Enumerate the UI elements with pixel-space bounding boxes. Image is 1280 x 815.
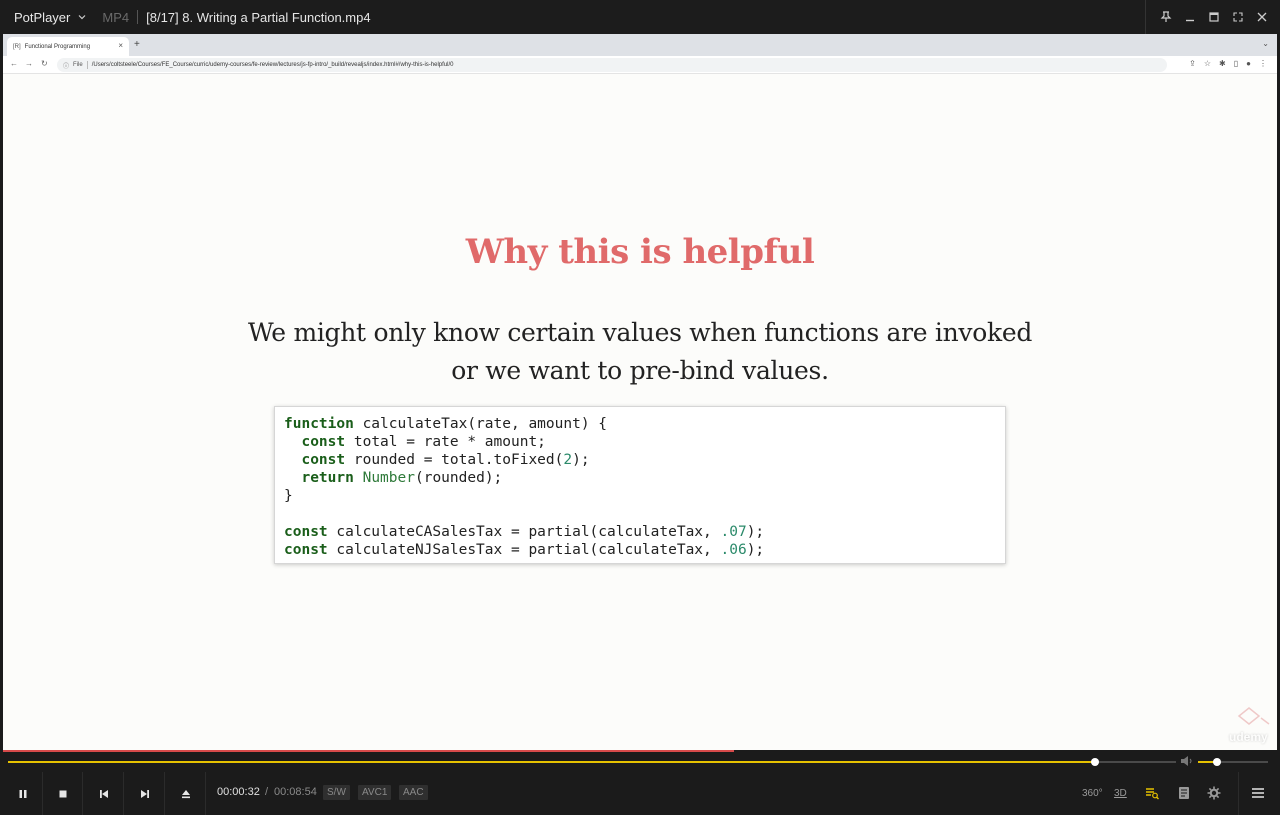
sw-badge[interactable]: S/W	[323, 785, 350, 800]
menu-divider	[1238, 772, 1239, 815]
slide-line-1: We might only know certain values when f…	[247, 318, 1033, 347]
forward-arrow-icon: →	[25, 59, 33, 68]
slide-title: Why this is helpful	[465, 232, 815, 272]
seek-area	[0, 750, 1280, 772]
volume-icon[interactable]	[1180, 755, 1194, 767]
code-line: const calculateNJSalesTax = partial(calc…	[284, 542, 765, 558]
title-separator	[137, 10, 139, 24]
sidepanel-icon: ▯	[1233, 59, 1239, 68]
url-text: /Users/coltsteele/Courses/FE_Course/curr…	[91, 62, 454, 68]
previous-icon	[99, 789, 108, 798]
vr-360-button[interactable]: 360°	[1082, 784, 1103, 802]
url-scheme: File	[73, 62, 83, 68]
window-title: [8/17] 8. Writing a Partial Function.mp4	[146, 9, 371, 25]
browser-address-bar: ← → ↻ ⓘ File /Users/coltsteele/Courses/F…	[3, 56, 1277, 74]
stop-icon	[59, 790, 66, 797]
reload-icon: ↻	[41, 59, 48, 68]
tab-favicon: [R]	[13, 43, 21, 50]
pause-button[interactable]	[3, 772, 43, 815]
controls-divider	[1145, 0, 1146, 34]
total-time: 00:08:54	[274, 786, 317, 798]
tab-label: Functional Programming	[24, 43, 91, 50]
eject-icon	[181, 789, 190, 798]
fullscreen-icon	[1233, 12, 1243, 22]
main-menu-button[interactable]	[1250, 784, 1266, 802]
fullscreen-button[interactable]	[1226, 0, 1250, 34]
settings-icon	[1207, 786, 1221, 800]
playlist-icon	[1146, 788, 1159, 800]
buffer-indicator	[3, 750, 734, 752]
pause-icon	[19, 789, 26, 798]
next-button[interactable]	[125, 772, 165, 815]
info-circle-icon: ⓘ	[63, 63, 70, 70]
pin-button[interactable]	[1154, 0, 1178, 34]
maximize-button[interactable]	[1202, 0, 1226, 34]
control-bar: 00:00:32 / 00:08:54 S/W AVC1 AAC 360° 3D	[0, 772, 1280, 815]
seek-handle[interactable]	[1091, 758, 1099, 766]
code-line: const rounded = total.toFixed(2);	[301, 452, 590, 468]
stop-button[interactable]	[43, 772, 83, 815]
omnibox: ⓘ File /Users/coltsteele/Courses/FE_Cour…	[57, 58, 1167, 72]
slide-body: We might only know certain values when f…	[3, 314, 1277, 390]
minimize-button[interactable]	[1178, 0, 1202, 34]
tab-close-icon: ×	[118, 41, 123, 50]
chevron-down-icon	[78, 15, 86, 20]
time-separator: /	[265, 786, 269, 798]
browser-toolbar-icons: ⇪ ☆ ✱ ▯ ● ⋮	[1189, 59, 1267, 68]
code-line: }	[284, 488, 293, 504]
new-tab-icon: +	[134, 39, 140, 50]
tab-menu-icon: ⌄	[1262, 39, 1269, 48]
back-arrow-icon: ←	[10, 59, 18, 68]
close-button[interactable]	[1250, 0, 1274, 34]
maximize-icon	[1209, 12, 1219, 22]
next-icon	[140, 789, 149, 798]
app-menu-button[interactable]: PotPlayer	[0, 0, 88, 34]
code-line: const calculateCASalesTax = partial(calc…	[284, 524, 765, 540]
title-bar: PotPlayer MP4 [8/17] 8. Writing a Partia…	[0, 0, 1280, 34]
playlist-button[interactable]	[1144, 784, 1160, 802]
window-controls	[1145, 0, 1280, 34]
code-line: const total = rate * amount;	[301, 434, 546, 450]
udemy-wordmark: udemy	[1229, 730, 1268, 744]
code-line: function calculateTax(rate, amount) {	[284, 416, 608, 432]
menu-icon	[1252, 788, 1264, 798]
share-icon: ⇪	[1189, 59, 1196, 68]
star-icon: ☆	[1203, 59, 1212, 68]
info-button[interactable]	[1176, 784, 1192, 802]
previous-button[interactable]	[84, 772, 124, 815]
seek-bar-elapsed	[8, 761, 1095, 763]
audio-codec-badge[interactable]: AAC	[399, 785, 428, 800]
3d-button[interactable]: 3D	[1114, 784, 1127, 802]
settings-button[interactable]	[1206, 784, 1222, 802]
eject-button[interactable]	[166, 772, 206, 815]
url-divider	[86, 61, 88, 69]
slide-line-2: or we want to pre-bind values.	[451, 356, 829, 385]
code-block: function calculateTax(rate, amount) { co…	[274, 406, 1006, 564]
pin-icon	[1160, 11, 1172, 22]
udemy-watermark: udemy	[1225, 706, 1273, 746]
video-codec-badge[interactable]: AVC1	[358, 785, 392, 800]
close-icon	[1257, 12, 1267, 22]
format-label: MP4	[102, 9, 130, 25]
app-name: PotPlayer	[14, 9, 71, 25]
info-icon	[1179, 787, 1189, 799]
potplayer-window: PotPlayer MP4 [8/17] 8. Writing a Partia…	[0, 0, 1280, 815]
profile-avatar-icon: ●	[1246, 59, 1251, 68]
current-time: 00:00:32	[217, 786, 260, 798]
kebab-menu-icon: ⋮	[1259, 59, 1267, 68]
volume-handle[interactable]	[1213, 758, 1221, 766]
extensions-icon: ✱	[1219, 59, 1226, 68]
browser-tab: [R] Functional Programming ×	[7, 37, 129, 56]
minimize-icon	[1186, 19, 1194, 22]
browser-tab-strip: [R] Functional Programming × + ⌄	[3, 34, 1277, 56]
code-line: return Number(rounded);	[301, 470, 503, 486]
video-frame[interactable]: [R] Functional Programming × + ⌄ ← → ↻ ⓘ…	[3, 34, 1277, 750]
